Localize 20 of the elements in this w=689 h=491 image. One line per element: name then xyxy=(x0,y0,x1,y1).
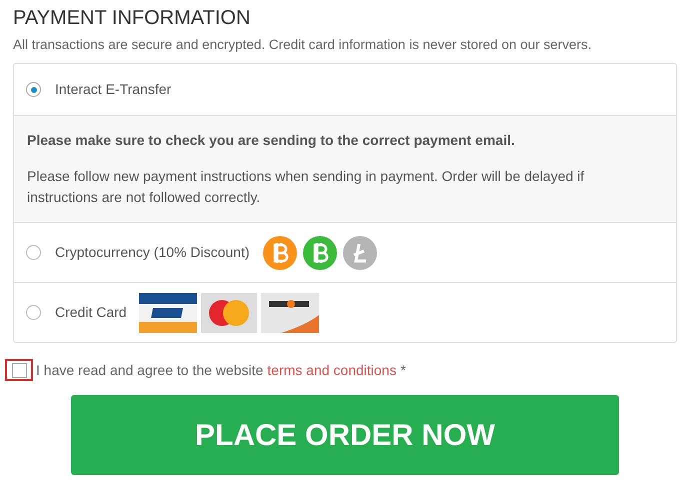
required-mark: * xyxy=(400,360,406,380)
section-heading: PAYMENT INFORMATION xyxy=(13,6,252,30)
radio-button[interactable] xyxy=(26,245,41,260)
card-icon xyxy=(200,292,257,332)
coin-icon xyxy=(262,234,298,270)
coin-icon xyxy=(302,234,338,270)
payment-option-label[interactable]: Interact E-Transfer xyxy=(55,79,172,100)
coin-icon xyxy=(342,234,378,270)
terms-checkbox[interactable] xyxy=(5,359,33,381)
payment-option-label[interactable]: Credit Card xyxy=(55,302,127,323)
security-note: All transactions are secure and encrypted. Credit card information is never stored on our servers. xyxy=(13,36,593,54)
payment-option-label[interactable]: Cryptocurrency (10% Discount) xyxy=(55,242,250,263)
radio-button[interactable] xyxy=(26,305,41,320)
warning-text: Please make sure to check you are sending to the correct payment email. xyxy=(27,131,516,150)
card-icon xyxy=(260,292,319,332)
agreement-text: I have read and agree to the website xyxy=(36,360,264,380)
radio-button[interactable] xyxy=(26,82,41,97)
card-icon xyxy=(138,292,197,332)
instructions-text: Please follow new payment instructions when sending in payment. Order will be delayed if instructions are not followed correctly. xyxy=(27,167,586,207)
terms-link[interactable]: terms and conditions xyxy=(267,360,396,380)
